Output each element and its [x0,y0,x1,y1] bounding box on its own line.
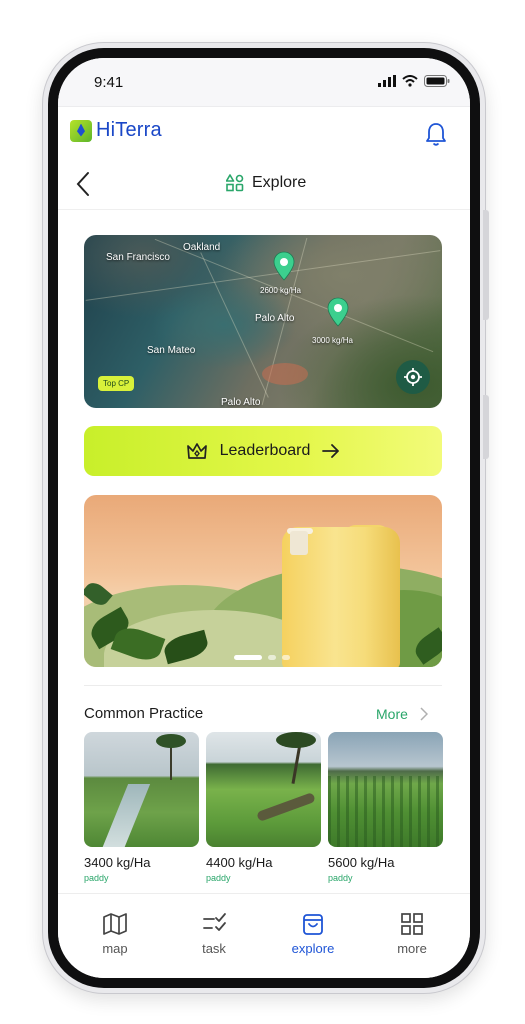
power-button [483,210,489,320]
practice-card[interactable]: 5600 kg/Ha paddy [328,732,443,883]
section-title: Common Practice [84,705,204,722]
wifi-icon [402,75,418,87]
arrow-right-icon [322,444,340,458]
salt-pond [262,363,308,385]
crown-icon [186,443,207,459]
tab-label: map [102,941,128,956]
map-place-label: San Francisco [106,252,170,263]
bottle-pump [290,531,308,555]
tab-task[interactable]: task [174,912,254,956]
tab-label: task [202,941,226,956]
more-label: More [376,706,408,722]
palm-crown [276,732,316,748]
crosshair-icon [404,368,422,386]
task-icon [203,913,226,931]
explore-shapes-icon [226,174,244,192]
map-road [200,252,269,398]
back-icon[interactable] [72,170,96,198]
more-link[interactable]: More [376,706,428,722]
bell-icon[interactable] [424,121,448,147]
locate-button[interactable] [396,360,430,394]
tab-more[interactable]: more [372,912,452,956]
tab-label: more [397,941,427,956]
shopping-bag-icon [303,914,323,935]
map-place-label: Oakland [183,242,221,253]
practice-crop: paddy [206,873,231,883]
brand-name: HiTerra [96,119,162,141]
paddy-field-image [206,732,321,847]
practice-crop: paddy [84,873,109,883]
battery-icon [424,75,450,87]
carousel-dot[interactable] [268,655,276,660]
map-icon [103,913,127,935]
volume-button [483,395,489,459]
signal-icon [378,75,396,87]
app-screen: 9:41 HiTerra Explore San Francisco Oakla… [58,58,470,978]
status-bar: 9:41 [58,58,470,106]
location-pin-icon[interactable] [273,251,295,281]
map-place-label: Palo Alto [255,313,295,324]
field-path [256,792,316,822]
grid-icon [401,913,423,935]
location-pin-icon[interactable] [327,297,349,327]
map-preview[interactable]: San Francisco Oakland Palo Alto San Mate… [84,235,442,408]
leaderboard-button[interactable]: Leaderboard [84,426,442,476]
page-title: Explore [226,174,306,192]
tab-map[interactable]: map [75,912,155,956]
pin-yield-label: 2600 kg/Ha [260,286,301,295]
practice-yield: 5600 kg/Ha [328,855,395,870]
logo-icon [70,119,92,142]
brand-logo: HiTerra [70,119,162,142]
carousel-dot[interactable] [282,655,290,660]
chevron-right-icon [420,707,428,721]
top-cp-badge: Top CP [98,376,135,391]
practice-yield: 3400 kg/Ha [84,855,151,870]
bottom-tab-bar: map task explore more [58,893,470,978]
rice-rows [328,776,443,847]
tab-explore[interactable]: explore [273,912,353,956]
water-channel [99,784,151,847]
status-time: 9:41 [94,74,124,91]
practice-crop: paddy [328,873,353,883]
map-place-label: San Mateo [147,345,196,356]
practice-card[interactable]: 3400 kg/Ha paddy [84,732,199,883]
map-place-label: Palo Alto [221,397,261,408]
carousel-dot[interactable] [234,655,262,660]
section-divider [84,685,442,686]
paddy-field-image [84,732,199,847]
pin-yield-label: 3000 kg/Ha [312,336,353,345]
palm-crown [156,734,186,748]
paddy-field-image [328,732,443,847]
practice-yield: 4400 kg/Ha [206,855,273,870]
status-icons [378,75,450,87]
carousel-indicator [234,655,290,660]
page-title-text: Explore [252,174,307,191]
app-header: HiTerra [58,106,470,158]
promo-banner[interactable] [84,495,442,667]
practice-card[interactable]: 4400 kg/Ha paddy [206,732,321,883]
nav-bar: Explore [58,158,470,210]
tab-label: explore [291,941,335,956]
leaderboard-label: Leaderboard [219,442,311,459]
